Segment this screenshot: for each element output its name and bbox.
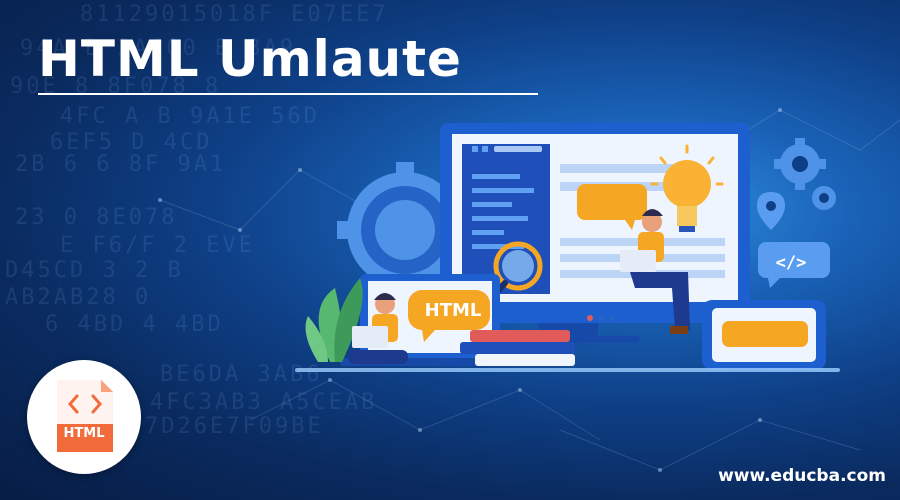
tablet [702, 300, 826, 370]
coding-illustration [295, 123, 840, 372]
book-stack [460, 330, 575, 366]
plant [305, 278, 363, 362]
banner: 81129015018F E07EE7 94A B 3AC00 B 3A9 90… [0, 0, 900, 500]
code-tag-label: </> [775, 253, 807, 273]
page-title: HTML Umlaute [38, 30, 462, 88]
html-file-icon [57, 380, 113, 452]
html-file-label: HTML [63, 426, 105, 441]
location-pin-icon [757, 192, 785, 230]
html-bubble-label: HTML [424, 300, 482, 321]
title-underline [38, 93, 538, 95]
device-dots [587, 315, 615, 321]
html-file-badge: HTML [27, 360, 141, 474]
ground-line [295, 368, 840, 372]
website-url: www.educba.com [718, 466, 886, 486]
